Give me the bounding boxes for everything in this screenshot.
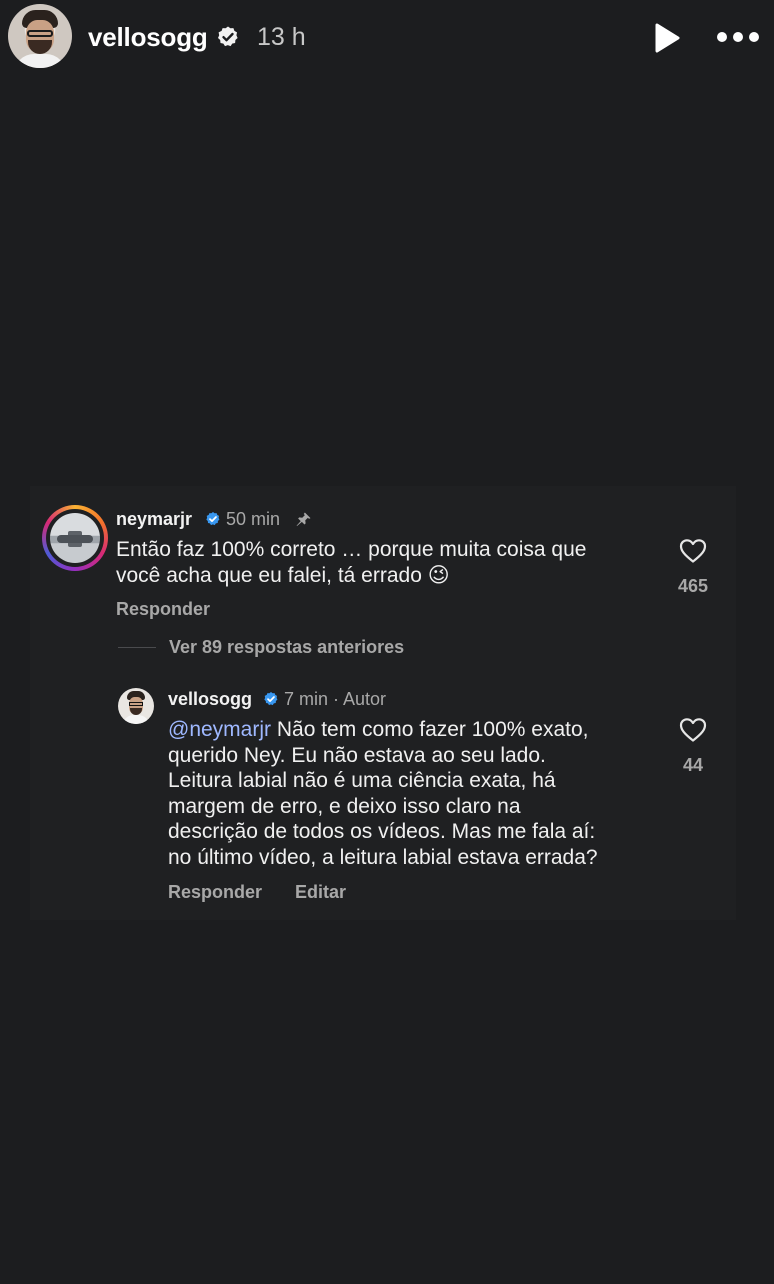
verified-badge-icon (218, 26, 238, 47)
pin-icon (296, 512, 311, 526)
reply-meta: 7 min · Autor (284, 689, 386, 710)
comment-username[interactable]: neymarjr (116, 509, 192, 530)
story-header: vellosogg 13 h (0, 0, 774, 76)
play-icon[interactable] (652, 22, 682, 54)
comment-avatar[interactable] (42, 505, 108, 571)
comment-like-count: 465 (677, 576, 709, 596)
reply-time: 7 min (284, 689, 329, 709)
comment-text-line: você acha que eu falei, tá errado 😉 (116, 563, 450, 587)
heart-icon[interactable] (679, 717, 707, 743)
edit-button[interactable]: Editar (295, 882, 346, 903)
mention-link[interactable]: @neymarjr (168, 718, 271, 741)
reply-text-line: no último vídeo, a leitura labial estava… (168, 845, 598, 869)
comment-reply-button[interactable]: Responder (116, 599, 210, 620)
story-avatar[interactable] (8, 4, 72, 68)
meta-separator: · (328, 689, 344, 709)
comment-time: 50 min (226, 509, 281, 529)
replies-divider (118, 647, 156, 648)
reply-text-line: descrição de todos os vídeos. Mas me fal… (168, 820, 596, 843)
story-time: 13 h (257, 23, 306, 51)
author-badge: Autor (343, 689, 387, 709)
reply-reply-button[interactable]: Responder (168, 882, 262, 903)
more-options-icon[interactable] (714, 28, 762, 46)
heart-icon[interactable] (679, 538, 707, 564)
reply-text-line: querido Ney. Eu não estava ao seu lado. (168, 743, 546, 767)
story-username[interactable]: vellosogg (88, 22, 208, 53)
comment-text-line: Então faz 100% correto … porque muita co… (116, 538, 587, 561)
view-previous-replies-button[interactable]: Ver 89 respostas anteriores (169, 637, 404, 658)
reply-username[interactable]: vellosogg (168, 689, 252, 710)
comment-text: Então faz 100% correto … porque muita co… (116, 537, 586, 588)
reply-like-count: 44 (682, 755, 704, 775)
reply-text: @neymarjr Não tem como fazer 100% exato,… (168, 717, 598, 870)
verified-badge-icon (206, 512, 220, 526)
reply-text-line: @neymarjr Não tem como fazer 100% exato, (168, 717, 598, 743)
reply-text-line: Leitura labial não é uma ciência exata, … (168, 769, 556, 792)
reply-text-fragment: Não tem como fazer 100% exato, (271, 718, 589, 741)
reply-avatar[interactable] (118, 688, 154, 724)
verified-badge-icon (264, 692, 278, 706)
reply-text-line: margem de erro, e deixo isso claro na (168, 794, 521, 818)
